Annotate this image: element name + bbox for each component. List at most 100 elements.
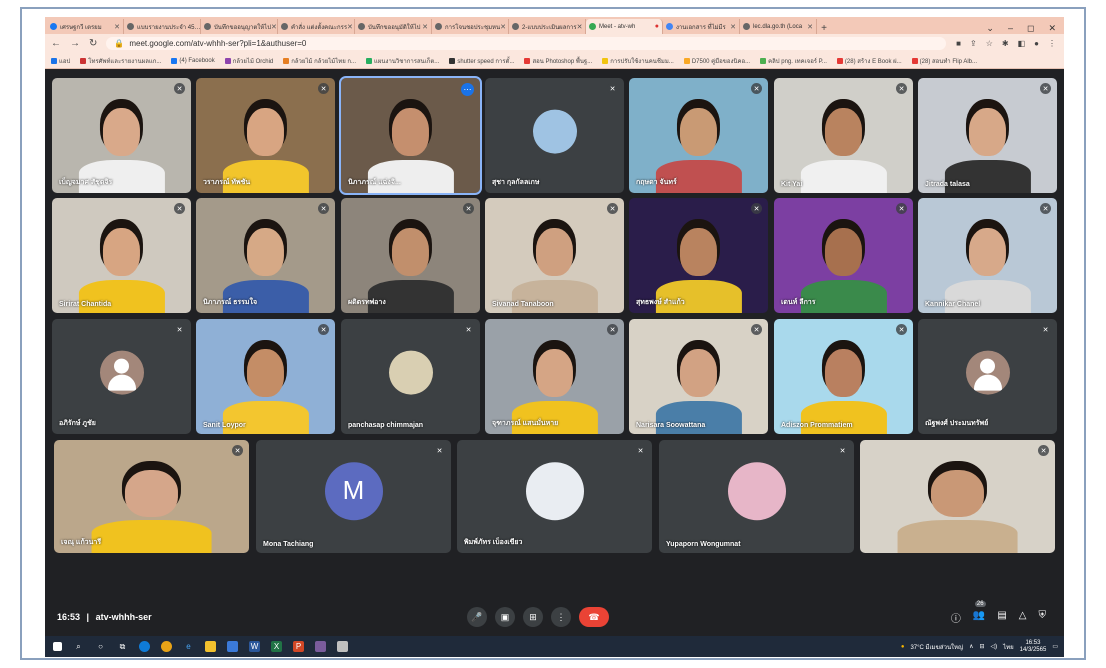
search-icon[interactable]: ⌕ [73,641,84,652]
close-tab-icon[interactable]: ✕ [422,23,428,31]
close-tab-icon[interactable]: ✕ [577,23,583,31]
microphone-button[interactable]: 🎤 [467,607,487,627]
browser-tab[interactable]: 2-แบบประเมินผลการ ✕ [509,19,586,34]
task-view-icon[interactable]: ⧉ [117,641,128,652]
bookmark-item[interactable]: กล้วยไม้ Orchid [224,56,273,66]
participant-tile[interactable]: ✕ Kit Yai [774,78,913,193]
participant-tile[interactable]: ✕ Kannikar Chanel [918,198,1057,313]
bookmark-item[interactable]: แผนงานวิชาการสนเก็ต... [366,56,439,66]
participant-tile[interactable]: ✕ เดนท์ ลีการ [774,198,913,313]
cortana-icon[interactable]: ○ [95,641,106,652]
close-tab-icon[interactable]: ✕ [271,23,277,31]
chrome-icon[interactable] [161,641,172,652]
tab-search-icon[interactable]: ⌄ [986,23,994,34]
bookmark-item[interactable]: กล้วยไม้ กล้วยไม้ไทย ก... [283,56,356,66]
browser-tab[interactable]: lec.dla.go.th (Loca ✕ [740,19,817,34]
excel-icon[interactable]: X [271,641,282,652]
bookmark-item[interactable]: shutter speed การตั้... [449,56,514,66]
activities-icon[interactable]: △ [1019,610,1027,625]
participant-tile[interactable]: M ✕ Mona Tachiang [256,440,451,553]
participant-tile[interactable]: ✕ ผดิตรทพ่อาง [341,198,480,313]
paint-icon[interactable] [337,641,348,652]
chat-icon[interactable]: ▤ [997,610,1006,625]
participant-tile[interactable]: ✕ Sivanad Tanaboon [485,198,624,313]
network-icon[interactable]: ⊟ [979,643,984,650]
share-icon[interactable]: ⇪ [970,39,977,48]
bookmark-item[interactable]: (4) Facebook [171,57,215,64]
minimize-icon[interactable]: – [1008,23,1013,34]
back-icon[interactable]: ← [51,38,61,49]
browser-tab[interactable]: การโจนชอประชุมหน ✕ [432,19,509,34]
powerpoint-icon[interactable]: P [293,641,304,652]
participant-tile[interactable]: ✕ Yupaporn Wongumnat [659,440,854,553]
menu-icon[interactable]: ⋮ [1048,39,1056,48]
file-explorer-icon[interactable] [205,641,216,652]
notifications-icon[interactable]: ▭ [1052,643,1058,650]
browser-tab[interactable]: เศรษฐกวี เตรยม ✕ [47,19,124,34]
store-icon[interactable] [227,641,238,652]
tray-chevron-icon[interactable]: ∧ [969,643,973,650]
close-tab-icon[interactable]: ✕ [347,23,353,31]
participant-tile[interactable]: ✕ Sirirat Chantida [52,198,191,313]
browser-tab[interactable]: คำสั่ง แต่งตั้งคณะกรร ✕ [278,19,355,34]
participant-tile[interactable]: ✕ Sanit Loypor [196,319,335,434]
weather-text[interactable]: 37°C มีเมฆส่วนใหญ่ [910,642,963,652]
bookmark-item[interactable]: (28) สอนทำ Flip Alb... [911,56,977,66]
browser-tab[interactable]: งานเอกสาร ที่ไม่มีร ✕ [663,19,740,34]
participant-tile[interactable]: ✕ เจณุ แก้วนารี [54,440,249,553]
ie-icon[interactable]: e [183,641,194,652]
participant-tile[interactable]: ✕ วราภรณ์ ทัพชัน [196,78,335,193]
close-tab-icon[interactable]: ✕ [730,23,736,31]
participant-tile[interactable]: ✕ จุฑาภรณ์ แสนมั่นหาย [485,319,624,434]
participant-tile[interactable]: ✕ เบ็ญจมาศ สัชุดจิร [52,78,191,193]
participant-tile[interactable]: ✕ อภิรักษ์ ภูชัย [52,319,191,434]
edge-icon[interactable] [139,641,150,652]
camera-button[interactable]: ▣ [495,607,515,627]
forward-icon[interactable]: → [70,38,80,49]
present-button[interactable]: ⊞ [523,607,543,627]
participant-tile[interactable]: ✕ พิมพ์ภัทร เบ็องเขียว [457,440,652,553]
bookmark-item[interactable]: การปรับใช้งานคนชีมม... [602,56,674,66]
meeting-details-icon[interactable]: ⓘ [951,610,961,625]
star-icon[interactable]: ☆ [986,39,993,48]
leave-call-button[interactable]: ☎ [579,607,609,627]
host-controls-icon[interactable]: ⛨ [1039,610,1047,625]
participant-tile[interactable]: ✕ Narisara Soowattana [629,319,768,434]
tile-options-icon[interactable]: ⋯ [461,83,474,96]
language-indicator[interactable]: ไทย [1003,642,1014,652]
people-icon[interactable]: 👥 [973,610,985,625]
reload-icon[interactable]: ↻ [89,38,97,49]
participant-tile[interactable]: ✕ Adiszon Prommatiem [774,319,913,434]
participant-tile[interactable]: ✕ Jitrada talasa [918,78,1057,193]
participant-tile[interactable]: ⋯ นิภาภรณ์ แฉ่งจิ... [339,76,482,195]
participant-tile[interactable]: ✕ กฤษดา จันทร์ [629,78,768,193]
participant-tile[interactable]: ✕ panchasap chimmajan [341,319,480,434]
participant-tile[interactable]: ✕ สุชา กุลกัลลเกษ [485,78,624,193]
volume-icon[interactable]: ◁) [991,643,998,650]
bookmark-item[interactable]: (28) สร้าง E Book ผ่... [836,56,902,66]
participant-tile[interactable]: ✕ ณัฐพงศ์ ประมนทรัพย์ [918,319,1057,434]
bookmark-item[interactable]: คลิป png. เทคเจอร์ P... [760,56,827,66]
close-tab-icon[interactable]: ✕ [807,23,813,31]
photos-icon[interactable] [315,641,326,652]
windows-start-icon[interactable] [53,642,62,651]
maximize-icon[interactable]: ◻ [1027,23,1034,34]
close-tab-icon[interactable]: ✕ [500,23,506,31]
profile-avatar-icon[interactable]: ● [1034,39,1039,48]
browser-tab[interactable]: บันทึกขออนุมัติให้ไป ✕ [355,19,432,34]
new-tab-button[interactable]: + [817,23,831,34]
close-window-icon[interactable]: ✕ [1048,23,1056,34]
clock[interactable]: 16:53 14/3/2565 [1020,640,1047,654]
participant-tile[interactable]: ✕ นิภาภรณ์ ธรรมใจ [196,198,335,313]
bookmark-item[interactable]: โทรศัพท์และรายงานผลแก... [80,56,161,66]
bookmark-item[interactable]: D7500 คู่มือของนิคอ... [683,56,750,66]
participant-tile[interactable]: ✕ สุทธพงษ์ สำแก้ว [629,198,768,313]
browser-tab[interactable]: บันทึกขออนุญาตให้ไป ✕ [201,19,278,34]
sidepanel-icon[interactable]: ◧ [1018,39,1026,48]
extensions-icon[interactable]: ✱ [1002,39,1009,48]
browser-tab[interactable]: แบบรายงานประจำ 45…✕ [124,19,201,34]
bookmark-item[interactable]: สอน Photoshop พื้นฐ... [524,56,592,66]
camera-icon[interactable]: ■ [956,39,961,48]
participant-tile[interactable]: ✕ [860,440,1055,553]
bookmark-item[interactable]: แอป [51,56,70,66]
